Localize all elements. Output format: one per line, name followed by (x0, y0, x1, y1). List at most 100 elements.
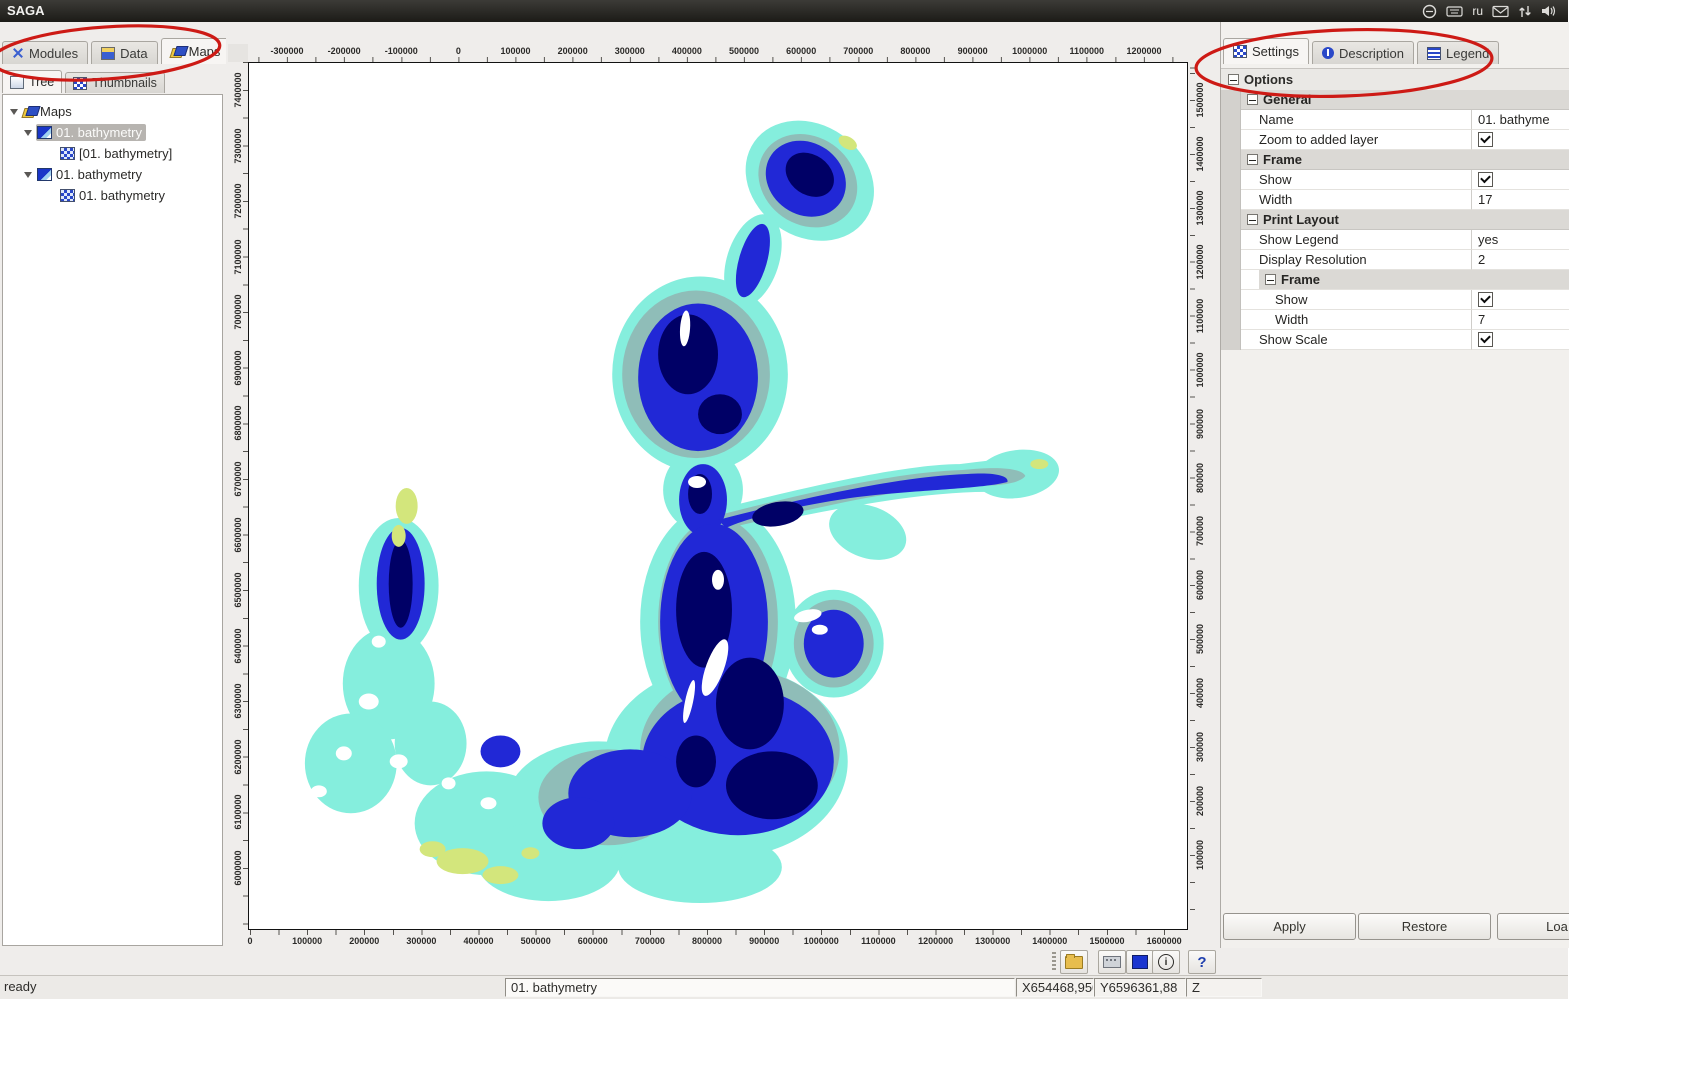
ruler-label: 500000 (521, 936, 551, 946)
checkbox[interactable] (1478, 332, 1493, 347)
ruler-label: 700000 (635, 936, 665, 946)
ruler-label: 1400000 (1195, 136, 1205, 171)
property-value[interactable] (1472, 290, 1569, 310)
property-value[interactable] (1472, 170, 1569, 190)
maps-tree: Maps 01. bathymetry [01. bathymetry] 01.… (2, 94, 223, 946)
options-title: Options (1244, 72, 1293, 87)
ruler-label: -300000 (270, 46, 303, 56)
expander-icon[interactable] (24, 172, 32, 178)
tab-description[interactable]: Description (1312, 41, 1414, 64)
tab-tree[interactable]: Tree (2, 70, 62, 93)
property-value[interactable] (1472, 130, 1569, 150)
monitor-icon (1132, 955, 1148, 969)
property-row-show-scale[interactable]: Show Scale (1221, 330, 1569, 350)
ruler-label: 1500000 (1089, 936, 1124, 946)
expander-icon[interactable] (10, 109, 18, 115)
property-label: Show (1241, 290, 1472, 310)
collapse-icon[interactable] (1247, 94, 1258, 105)
grid-icon (60, 189, 75, 202)
toolbar-grip[interactable] (1052, 952, 1056, 970)
indicator-icon[interactable] (1422, 4, 1437, 19)
tab-legend[interactable]: Legend (1417, 41, 1499, 64)
property-value[interactable]: yes (1472, 230, 1569, 250)
property-grid: General Name 01. bathyme Zoom to added l… (1221, 90, 1569, 350)
property-group-general[interactable]: General (1221, 90, 1569, 110)
tab-data[interactable]: Data (91, 41, 157, 64)
tab-thumbnails[interactable]: Thumbnails (65, 72, 165, 93)
ruler-label: 6100000 (233, 795, 243, 830)
property-group-print-layout[interactable]: Print Layout (1221, 210, 1569, 230)
description-icon (1322, 47, 1334, 59)
ruler-label: 6300000 (233, 684, 243, 719)
property-row-show-legend[interactable]: Show Legend yes (1221, 230, 1569, 250)
property-value[interactable]: 7 (1472, 310, 1569, 330)
apply-button[interactable]: Apply (1223, 913, 1356, 940)
info-button[interactable]: i (1152, 950, 1180, 974)
open-button[interactable] (1060, 950, 1088, 974)
restore-button[interactable]: Restore (1358, 913, 1491, 940)
property-row-display-resolution[interactable]: Display Resolution 2 (1221, 250, 1569, 270)
help-button[interactable]: ? (1188, 950, 1216, 974)
property-row-print-frame-width[interactable]: Width 7 (1221, 310, 1569, 330)
load-button[interactable]: Loa (1497, 913, 1569, 940)
ruler-corner (228, 44, 248, 62)
tree-item-maps[interactable]: Maps (3, 101, 222, 122)
ruler-label: 900000 (749, 936, 779, 946)
property-value[interactable]: 17 (1472, 190, 1569, 210)
options-header[interactable]: Options (1221, 68, 1569, 90)
collapse-icon[interactable] (1247, 154, 1258, 165)
maps-icon (171, 46, 184, 57)
ruler-label: 1100000 (1070, 46, 1105, 56)
expander-icon[interactable] (24, 130, 32, 136)
property-row-frame-show[interactable]: Show (1221, 170, 1569, 190)
ruler-label: 300000 (406, 936, 436, 946)
checkbox[interactable] (1478, 132, 1493, 147)
property-row-zoom-to-added-layer[interactable]: Zoom to added layer (1221, 130, 1569, 150)
tree-icon (10, 76, 24, 89)
property-value[interactable]: 01. bathyme (1472, 110, 1569, 130)
tab-modules[interactable]: Modules (2, 41, 88, 64)
checkbox[interactable] (1478, 292, 1493, 307)
ruler-label: 700000 (1195, 516, 1205, 546)
tree-item-layer-1[interactable]: [01. bathymetry] (3, 143, 222, 164)
collapse-icon[interactable] (1228, 74, 1239, 85)
mail-icon[interactable] (1492, 5, 1509, 18)
property-row-frame-width[interactable]: Width 17 (1221, 190, 1569, 210)
keyboard-icon[interactable] (1446, 4, 1463, 18)
property-group-frame[interactable]: Frame (1221, 150, 1569, 170)
volume-icon[interactable] (1541, 4, 1558, 18)
ruler-label: 300000 (1195, 732, 1205, 762)
ruler-label: 900000 (958, 46, 988, 56)
left-panel: Modules Data Maps Tree Thumbna (0, 22, 227, 948)
tree-item-label: 01. bathymetry (56, 125, 142, 140)
property-value[interactable] (1472, 330, 1569, 350)
ruler-label: 300000 (615, 46, 645, 56)
collapse-icon[interactable] (1247, 214, 1258, 225)
help-icon: ? (1197, 955, 1206, 970)
tree-item-layer-2[interactable]: 01. bathymetry (3, 185, 222, 206)
keyboard-button[interactable] (1098, 950, 1126, 974)
ruler-label: 1300000 (1195, 190, 1205, 225)
tree-item-map-1[interactable]: 01. bathymetry (3, 122, 222, 143)
property-value[interactable]: 2 (1472, 250, 1569, 270)
ruler-label: 6800000 (233, 406, 243, 441)
map-region: -300000-200000-1000000100000200000300000… (226, 22, 1220, 948)
collapse-icon[interactable] (1265, 274, 1276, 285)
keyboard-layout-label[interactable]: ru (1472, 4, 1483, 18)
property-label: Show Scale (1241, 330, 1472, 350)
tab-maps[interactable]: Maps (161, 38, 231, 64)
property-subgroup-frame[interactable]: Frame (1221, 270, 1569, 290)
ruler-label: 1200000 (1195, 244, 1205, 279)
ruler-label: 6000000 (233, 850, 243, 885)
property-label: Name (1241, 110, 1472, 130)
tab-settings[interactable]: Settings (1223, 38, 1309, 64)
monitor-button[interactable] (1126, 950, 1154, 974)
ruler-label: 100000 (1195, 840, 1205, 870)
map-canvas[interactable] (248, 62, 1188, 930)
ruler-label: 900000 (1195, 409, 1205, 439)
tree-item-map-2[interactable]: 01. bathymetry (3, 164, 222, 185)
property-row-print-frame-show[interactable]: Show (1221, 290, 1569, 310)
property-row-name[interactable]: Name 01. bathyme (1221, 110, 1569, 130)
checkbox[interactable] (1478, 172, 1493, 187)
sync-arrows-icon[interactable] (1518, 4, 1532, 19)
